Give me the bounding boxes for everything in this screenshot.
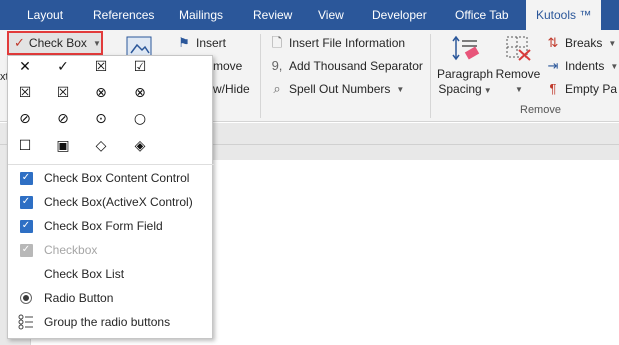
tab-kutools[interactable]: Kutools ™ (526, 0, 602, 30)
check-box-button-label: Check Box (28, 36, 87, 50)
chevron-down-icon: ▼ (515, 85, 523, 94)
boxed-cross-light-symbol[interactable]: ☒ (16, 84, 34, 102)
show-hide-fragment-label: w/Hide (213, 82, 250, 96)
diamond-symbol[interactable]: ◇ (92, 137, 110, 155)
remove-grid-icon (502, 33, 534, 63)
ribbon-divider (430, 34, 431, 118)
menu-item-label: Check Box List (44, 267, 125, 281)
show-hide-fragment-button[interactable]: w/Hide (213, 79, 250, 99)
insert-button[interactable]: ⚑ Insert (176, 33, 226, 53)
tab-developer[interactable]: Developer (372, 0, 427, 30)
remove-button[interactable]: Remove ▼ (496, 33, 540, 97)
checked-checkbox-icon: ✓ (19, 243, 33, 257)
remove-group-label: Remove (520, 104, 561, 116)
spell-numbers-icon: ⌕ (273, 81, 281, 96)
checked-checkbox-icon: ✓ (19, 219, 33, 233)
chevron-down-icon: ▼ (610, 61, 619, 71)
menu-item-group-radio-buttons[interactable]: Group the radio buttons (8, 310, 214, 334)
tab-layout[interactable]: Layout (27, 0, 63, 30)
spell-out-numbers-label: Spell Out Numbers (289, 82, 391, 96)
chevron-down-icon: ▼ (92, 38, 101, 48)
paragraph-spacing-button[interactable]: Paragraph Spacing ▼ (436, 33, 494, 98)
spell-out-numbers-button[interactable]: ⌕ Spell Out Numbers ▼ (269, 79, 404, 99)
document-icon: 🗋 (271, 35, 283, 50)
insert-label: Insert (196, 36, 227, 50)
remove-label: Remove (495, 67, 541, 81)
checked-checkbox-icon: ✓ (19, 171, 33, 185)
empty-circle-symbol[interactable]: ○ (131, 110, 149, 128)
breaks-label: Breaks (565, 36, 603, 50)
menu-item-label: Checkbox (44, 243, 98, 257)
cross-mark-symbol[interactable]: ✕ (16, 58, 34, 76)
checked-checkbox-icon: ✓ (19, 195, 33, 209)
dotted-diamond-symbol[interactable]: ◈ (131, 137, 149, 155)
menu-item-label: Check Box Form Field (44, 219, 163, 233)
breaks-button[interactable]: ⇅ Breaks ▼ (545, 33, 617, 53)
indents-label: Indents (565, 59, 605, 73)
menu-item-check-box-content-control[interactable]: ✓ Check Box Content Control (8, 166, 214, 190)
tab-references[interactable]: References (93, 0, 154, 30)
empty-paragraphs-label: Empty Pa (565, 82, 618, 96)
add-thousand-separator-label: Add Thousand Separator (289, 59, 423, 73)
remove-fragment-button[interactable]: move (213, 56, 242, 76)
insert-file-information-label: Insert File Information (289, 36, 406, 50)
circled-dot-symbol[interactable]: ⊙ (92, 110, 110, 128)
menu-item-check-box-form-field[interactable]: ✓ Check Box Form Field (8, 214, 214, 238)
ribbon-tab-bar: Layout References Mailings Review View D… (0, 0, 619, 30)
tab-office-tab[interactable]: Office Tab (455, 0, 509, 30)
check-box-dropdown-menu: ✕ ✓ ☒ ☑ ☒ ☒ ⊗ ⊗ ⊘ ⊘ ⊙ ○ ☐ ▣ ◇ ◈ ✓ Check … (7, 55, 214, 339)
tab-review[interactable]: Review (253, 0, 292, 30)
menu-item-label: Radio Button (44, 291, 114, 305)
menu-divider (8, 164, 214, 165)
empty-paragraph-icon: ¶ (549, 81, 557, 96)
chevron-down-icon: ▼ (483, 86, 492, 95)
insert-file-information-button[interactable]: 🗋 Insert File Information (269, 33, 405, 53)
check-box-button[interactable]: ✓ Check Box ▼ (7, 31, 103, 55)
paragraph-spacing-label-line2: Spacing (438, 82, 482, 96)
circled-cross-bold-symbol[interactable]: ⊗ (131, 84, 149, 102)
menu-item-label: Check Box Content Control (44, 171, 190, 185)
flag-icon: ⚑ (178, 35, 190, 50)
tab-view[interactable]: View (318, 0, 344, 30)
paragraph-spacing-label-line1: Paragraph (436, 67, 494, 81)
empty-paragraphs-button[interactable]: ¶ Empty Pa (545, 79, 618, 99)
circled-slash-bold-symbol[interactable]: ⊘ (54, 110, 72, 128)
boxed-check-symbol[interactable]: ☑ (131, 58, 149, 76)
paragraph-spacing-icon (449, 33, 481, 63)
radio-button-icon (20, 292, 32, 304)
add-thousand-separator-button[interactable]: 9, Add Thousand Separator (269, 56, 423, 76)
menu-item-label: Check Box(ActiveX Control) (44, 195, 193, 209)
indents-icon: ⇥ (547, 58, 559, 73)
tab-mailings[interactable]: Mailings (179, 0, 223, 30)
indents-button[interactable]: ⇥ Indents ▼ (545, 56, 619, 76)
grouped-list-icon (18, 314, 34, 330)
boxed-cross-bold-symbol[interactable]: ☒ (54, 84, 72, 102)
breaks-icon: ⇅ (547, 35, 559, 50)
chevron-down-icon: ▼ (608, 38, 617, 48)
remove-fragment-label: move (213, 59, 243, 73)
boxed-cross-symbol[interactable]: ☒ (92, 58, 110, 76)
empty-box-symbol[interactable]: ☐ (16, 137, 34, 155)
circled-cross-symbol[interactable]: ⊗ (92, 84, 110, 102)
menu-item-check-box-activex-control[interactable]: ✓ Check Box(ActiveX Control) (8, 190, 214, 214)
check-mark-symbol[interactable]: ✓ (54, 58, 72, 76)
ribbon-divider (260, 34, 261, 118)
menu-item-radio-button[interactable]: Radio Button (8, 286, 214, 310)
menu-item-label: Group the radio buttons (44, 315, 171, 329)
menu-item-checkbox-disabled: ✓ Checkbox (8, 238, 214, 262)
symbol-grid: ✕ ✓ ☒ ☑ ☒ ☒ ⊗ ⊗ ⊘ ⊘ ⊙ ○ ☐ ▣ ◇ ◈ (8, 56, 214, 164)
circled-slash-symbol[interactable]: ⊘ (16, 110, 34, 128)
checkmark-icon: ✓ (14, 35, 25, 50)
chevron-down-icon: ▼ (396, 84, 405, 94)
menu-item-check-box-list[interactable]: Check Box List (8, 262, 214, 286)
separator-icon: 9, (271, 58, 283, 73)
filled-box-symbol[interactable]: ▣ (54, 137, 72, 155)
